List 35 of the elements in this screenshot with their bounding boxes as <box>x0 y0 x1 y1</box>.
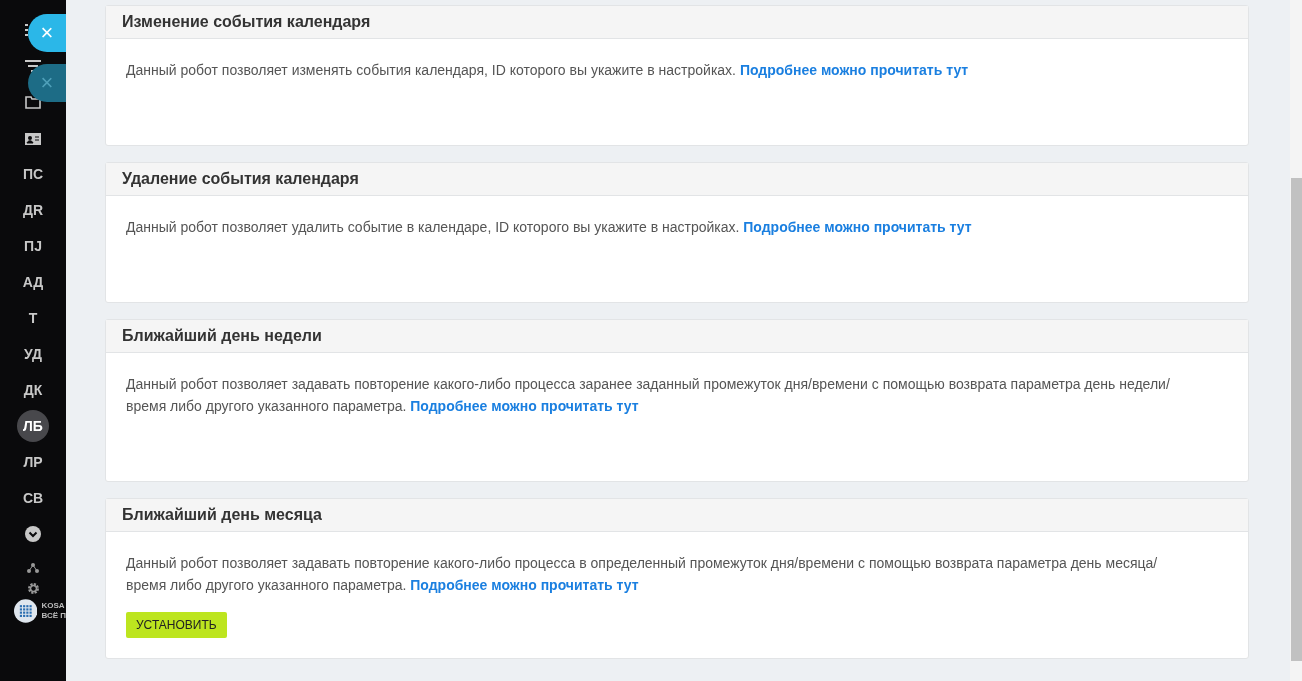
sidebar-item[interactable]: ПЈ <box>17 230 49 262</box>
contact-card-icon[interactable] <box>25 131 41 145</box>
sidebar-item[interactable]: ДR <box>17 194 49 226</box>
card-title: Ближайший день недели <box>122 327 322 345</box>
card-title: Изменение события календаря <box>122 13 371 31</box>
card-title: Удаление события календаря <box>122 170 359 188</box>
folder-icon[interactable] <box>25 95 41 109</box>
scrollbar[interactable] <box>1290 0 1302 681</box>
network-icon[interactable] <box>27 562 39 574</box>
more-link[interactable]: Подробнее можно прочитать тут <box>739 62 969 78</box>
more-link[interactable]: Подробнее можно прочитать тут <box>410 577 639 593</box>
sidebar-item[interactable]: ЛБ <box>17 410 49 442</box>
logo-icon <box>14 599 38 623</box>
settings-icon[interactable] <box>26 582 40 595</box>
card-description: Данный робот позволяет задавать повторение какого-либо процесса заранее заданный промежуток дня/времени с помощью возврата параметра день недели/время либо другого указанного параметра. Подробнее можно прочитать тут <box>126 375 1171 416</box>
sidebar-item[interactable]: АД <box>17 266 49 298</box>
card-description: Данный робот позволяет задавать повторение какого-либо процесса в определенный промежуток дня/времени с помощью возврата параметра день месяца/время либо другого указанного параметра. Подробнее можно прочитать тут <box>126 554 1159 595</box>
filter-icon[interactable] <box>25 60 41 72</box>
sidebar-item[interactable]: Т <box>17 302 49 334</box>
brand-name: KOSA <box>41 601 66 611</box>
expand-icon[interactable] <box>25 526 41 542</box>
menu-icon[interactable] <box>25 24 28 36</box>
card-title: Ближайший день месяца <box>122 506 322 524</box>
sidebar-item[interactable]: ПС <box>17 158 49 190</box>
sidebar-item[interactable]: УД <box>17 338 49 370</box>
card-description: Данный робот позволяет изменять события календаря, ID которого вы укажите в настройках. Подробнее можно прочитать тут <box>126 61 970 80</box>
card-description: Данный робот позволяет удалить событие в календаре, ID которого вы укажите в настройках. Подробнее можно прочитать тут <box>126 218 973 237</box>
more-link[interactable]: Подробнее можно прочитать тут <box>743 219 972 235</box>
brand-tagline: ВСЁ П <box>41 611 66 621</box>
more-link[interactable]: Подробнее можно прочитать тут <box>410 398 639 414</box>
install-button[interactable]: УСТАНОВИТЬ <box>126 612 227 638</box>
sidebar-item[interactable]: ЛР <box>17 446 49 478</box>
scroll-thumb[interactable] <box>1291 178 1302 661</box>
sidebar-item[interactable]: ДК <box>17 374 49 406</box>
sidebar-item[interactable]: СВ <box>17 482 49 514</box>
